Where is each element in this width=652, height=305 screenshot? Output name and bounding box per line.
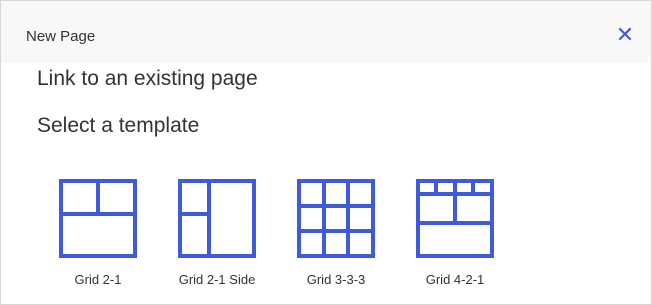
template-grid-2-1[interactable]: Grid 2-1 [38,176,158,294]
template-grid-4-2-1[interactable]: Grid 4-2-1 [395,176,515,294]
template-label: Grid 2-1 [74,272,122,287]
template-list: Grid 2-1 Grid 2-1 Side Grid 3-3-3 Grid 4… [1,1,651,304]
grid-4-2-1-icon [416,179,494,258]
template-grid-3-3-3[interactable]: Grid 3-3-3 [276,176,396,294]
template-grid-2-1-side[interactable]: Grid 2-1 Side [157,176,277,294]
grid-2-1-icon [59,179,137,258]
template-label: Grid 3-3-3 [306,272,366,287]
new-page-dialog: New Page ✕ Link to an existing page Sele… [0,0,652,305]
template-label: Grid 4-2-1 [425,272,485,287]
template-label: Grid 2-1 Side [178,272,256,287]
grid-3-3-3-icon [297,179,375,258]
grid-2-1-side-icon [178,179,256,258]
